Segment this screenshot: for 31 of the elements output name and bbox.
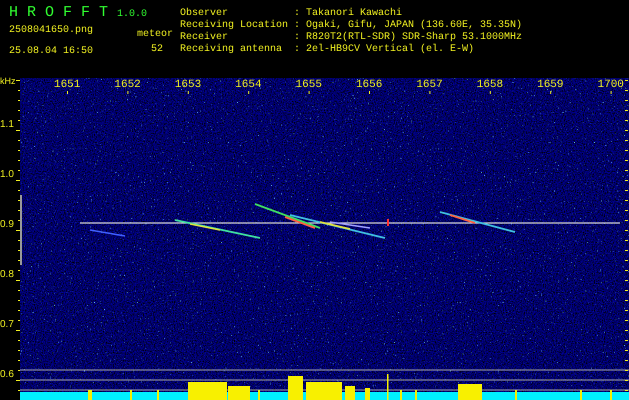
app-title: H R O F F T [9,3,110,23]
file-name: 2508041650.png [9,25,94,37]
time-label: 1658 [476,79,504,91]
time-label: 1656 [354,79,384,91]
time-label: 1652 [113,79,142,91]
info-value: : R820T2(RTL-SDR) SDR-Sharp 53.1000MHz [294,32,522,44]
info-value: : Ogaki, Gifu, JAPAN (136.60E, 35.35N) [294,20,522,32]
time-label: 1651 [52,79,82,91]
axis-label: 1.0 [0,168,14,182]
date-time: 25.08.04 16:50 [9,46,94,58]
axis-label: 0.7 [0,318,14,332]
time-label: 1654 [234,79,263,91]
info-label: Receiving Location [180,20,290,32]
axis-label: 0.8 [0,268,14,282]
info-value: : Takanori Kawachi [294,8,404,20]
time-label: 1653 [174,79,202,91]
axis-label: 1.1 [0,118,14,132]
time-label: 1700 [596,79,625,91]
axis-unit: kHz [0,76,16,88]
info-value: : 2el-HB9CV Vertical (el. E-W) [294,44,476,56]
info-label: Receiving antenna [180,44,284,56]
info-label: Observer [180,8,230,20]
info-label: Receiver [180,32,230,44]
version-label: 1.0.0 [117,9,148,21]
meteor-label: meteor [136,29,173,41]
time-label: 1655 [294,79,323,91]
axis-label: 0.9 [0,218,14,232]
axis-label: 0.6 [0,368,14,382]
meteor-count: 52 [150,44,164,56]
time-label: 1657 [415,79,444,91]
time-label: 1659 [536,79,565,91]
